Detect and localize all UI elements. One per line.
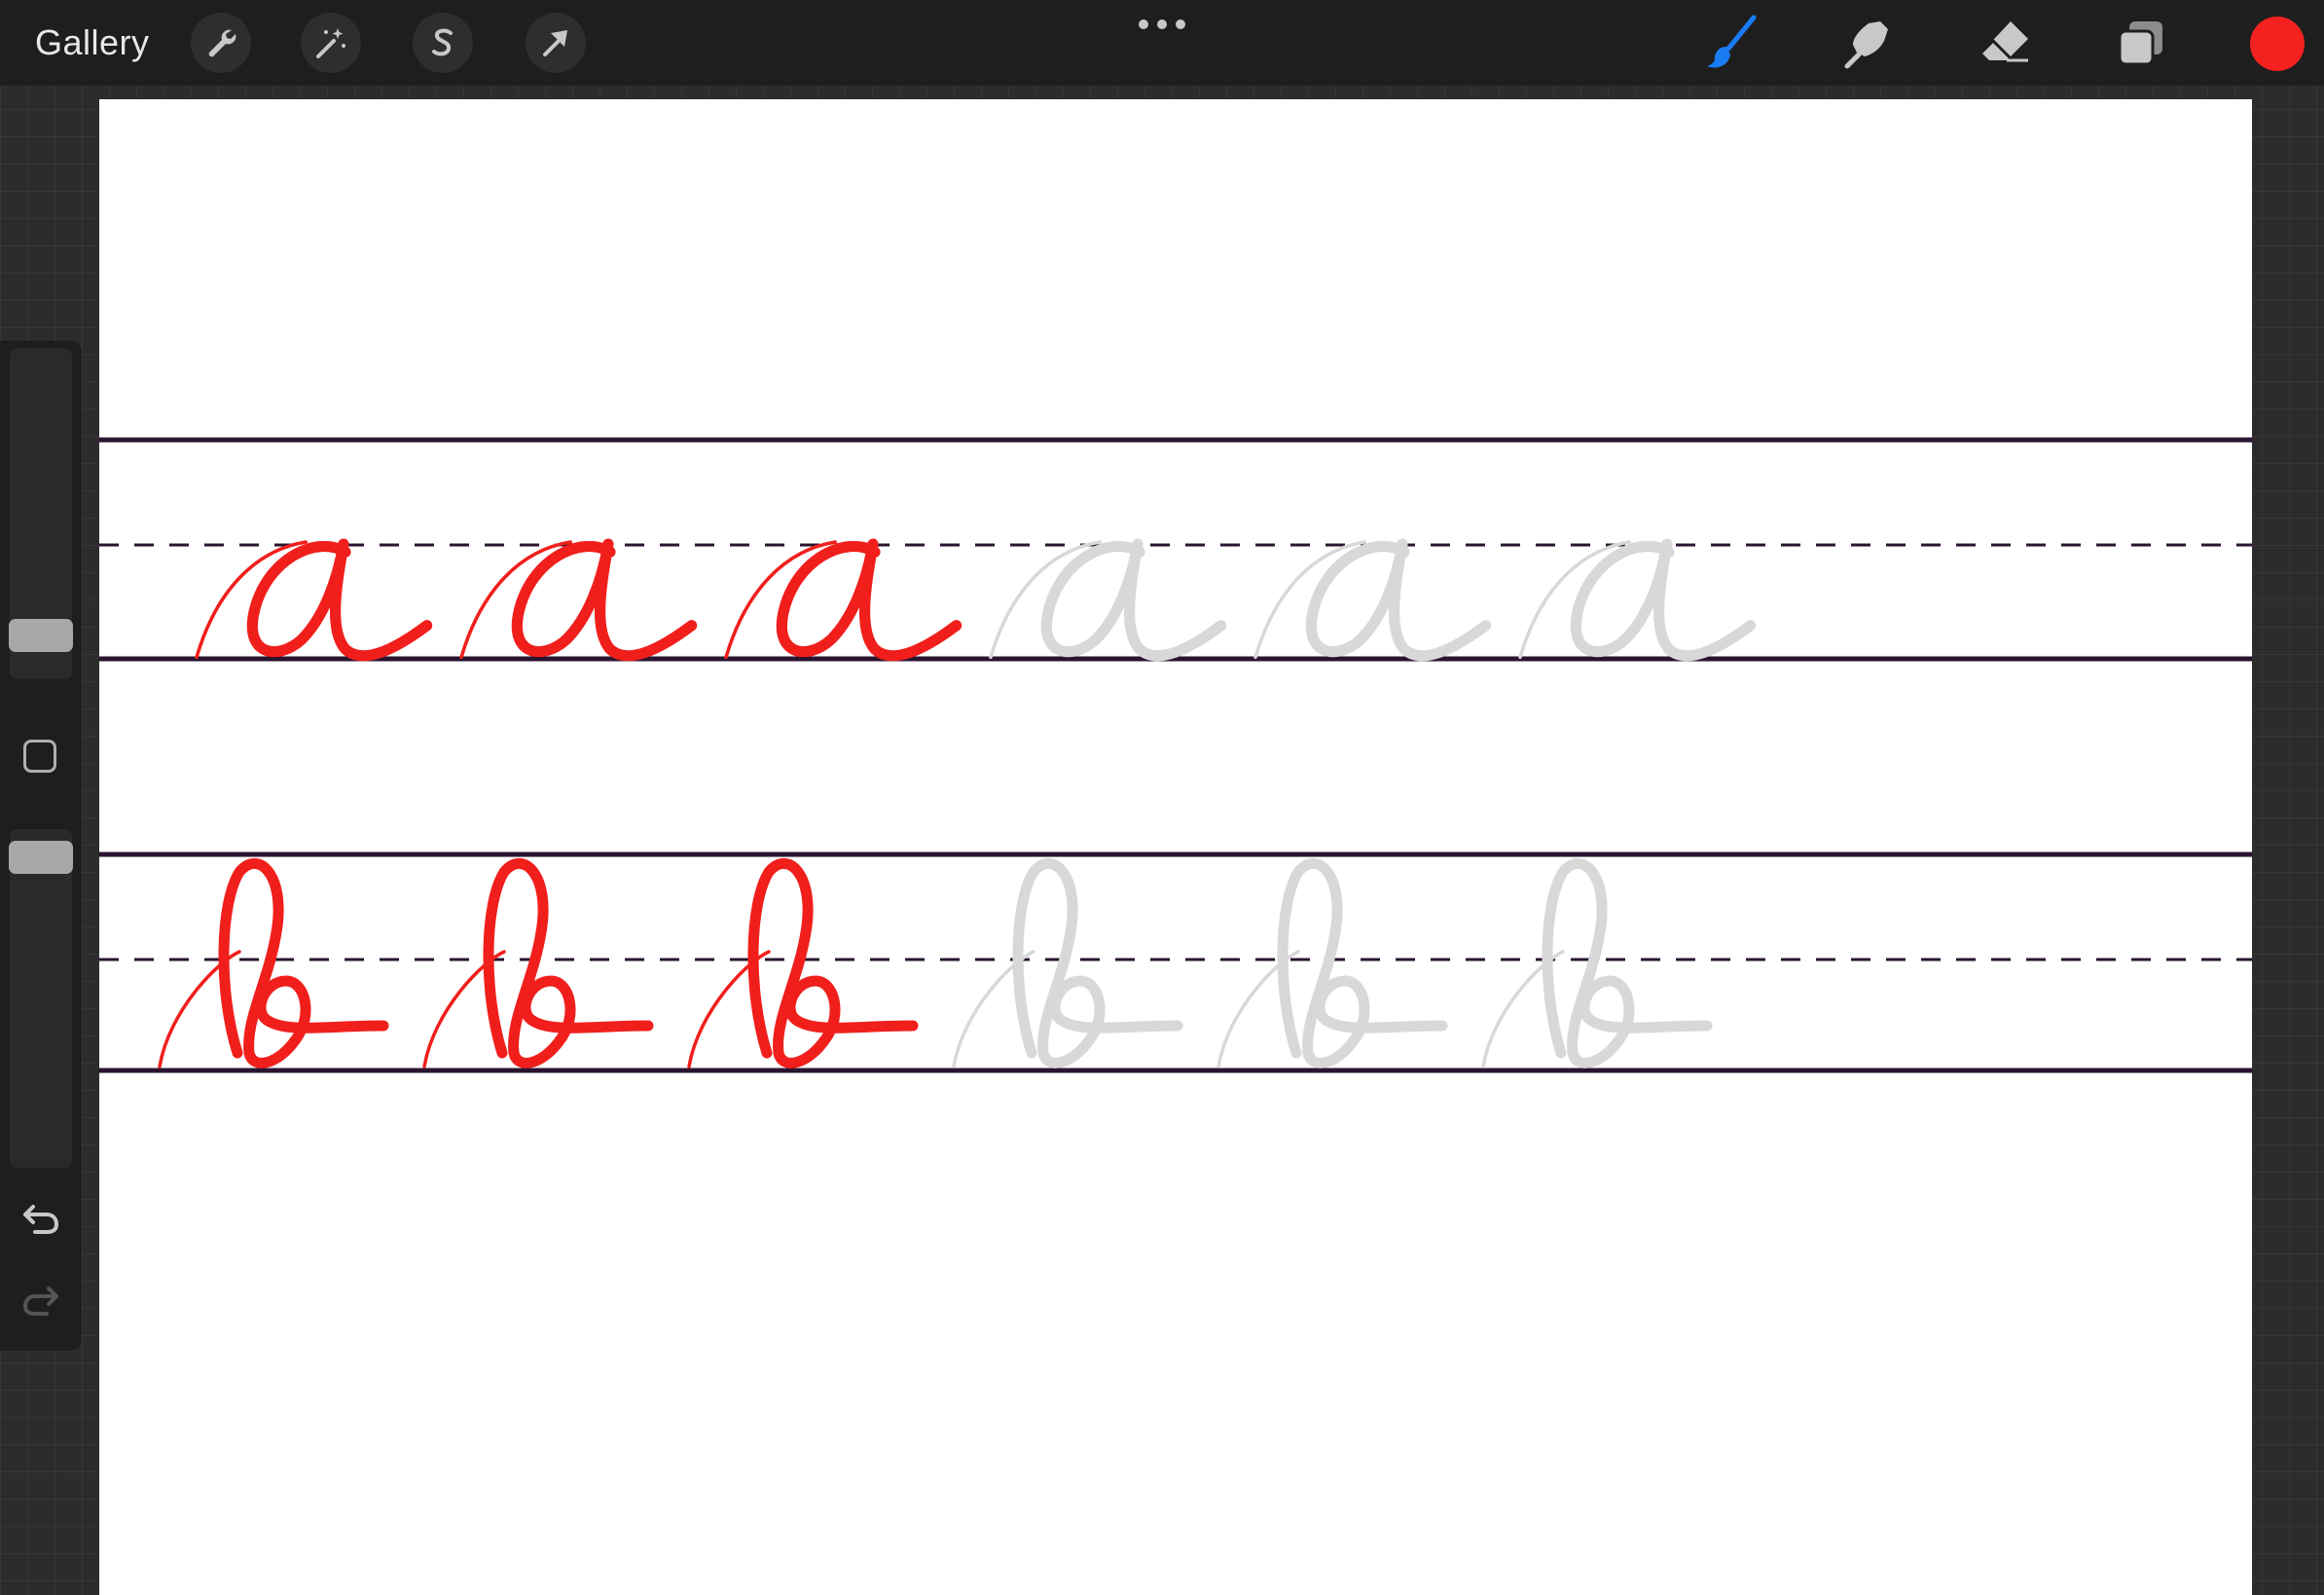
wrench-icon	[208, 29, 236, 57]
letter-a-trace	[1518, 538, 1757, 662]
letter-a-inked	[724, 538, 962, 662]
letter-rows	[158, 538, 1757, 1069]
letter-a-trace	[1253, 538, 1492, 662]
letter-b-trace	[1216, 857, 1448, 1069]
procreate-app: Gallery	[0, 0, 2324, 1595]
transform-button[interactable]	[526, 13, 586, 73]
letter-b-trace	[1481, 857, 1713, 1069]
letter-b-inked	[422, 857, 654, 1069]
letter-b-trace	[952, 857, 1183, 1069]
canvas-artwork	[99, 437, 2252, 1073]
more-dots-icon[interactable]	[1131, 14, 1193, 35]
brush-size-thumb[interactable]	[9, 619, 73, 652]
eraser-tool-button[interactable]	[1974, 12, 2036, 74]
layers-button[interactable]	[2110, 12, 2172, 74]
selection-s-icon	[432, 28, 453, 56]
brush-tool-button[interactable]	[1701, 12, 1763, 74]
left-sidebar	[0, 341, 82, 1351]
paintbrush-icon	[1707, 15, 1757, 68]
color-picker-swatch[interactable]	[2250, 17, 2305, 71]
drawing-canvas[interactable]	[99, 99, 2252, 1595]
adjustments-button[interactable]	[301, 13, 361, 73]
letter-a-trace	[989, 538, 1227, 662]
opacity-thumb[interactable]	[9, 841, 73, 874]
square-modify-icon[interactable]	[23, 740, 56, 773]
redo-icon[interactable]	[19, 1279, 62, 1322]
letter-a-inked	[195, 538, 433, 662]
opacity-slider[interactable]	[9, 829, 73, 1168]
brush-size-slider[interactable]	[9, 348, 73, 679]
eraser-icon	[1979, 21, 2028, 62]
arrow-cursor-icon	[543, 30, 567, 56]
letter-b-inked	[687, 857, 919, 1069]
actions-button[interactable]	[191, 13, 251, 73]
gallery-button[interactable]: Gallery	[35, 19, 150, 66]
smudge-tool-button[interactable]	[1835, 12, 1898, 74]
layers-icon	[2118, 21, 2162, 66]
guide-lines	[99, 437, 2252, 1073]
selection-button[interactable]	[413, 13, 473, 73]
smudge-finger-icon	[1844, 21, 1888, 69]
top-toolbar: Gallery	[0, 0, 2324, 86]
undo-icon[interactable]	[19, 1197, 62, 1240]
magic-wand-icon	[316, 28, 345, 58]
letter-b-inked	[158, 857, 389, 1069]
letter-a-inked	[459, 538, 698, 662]
